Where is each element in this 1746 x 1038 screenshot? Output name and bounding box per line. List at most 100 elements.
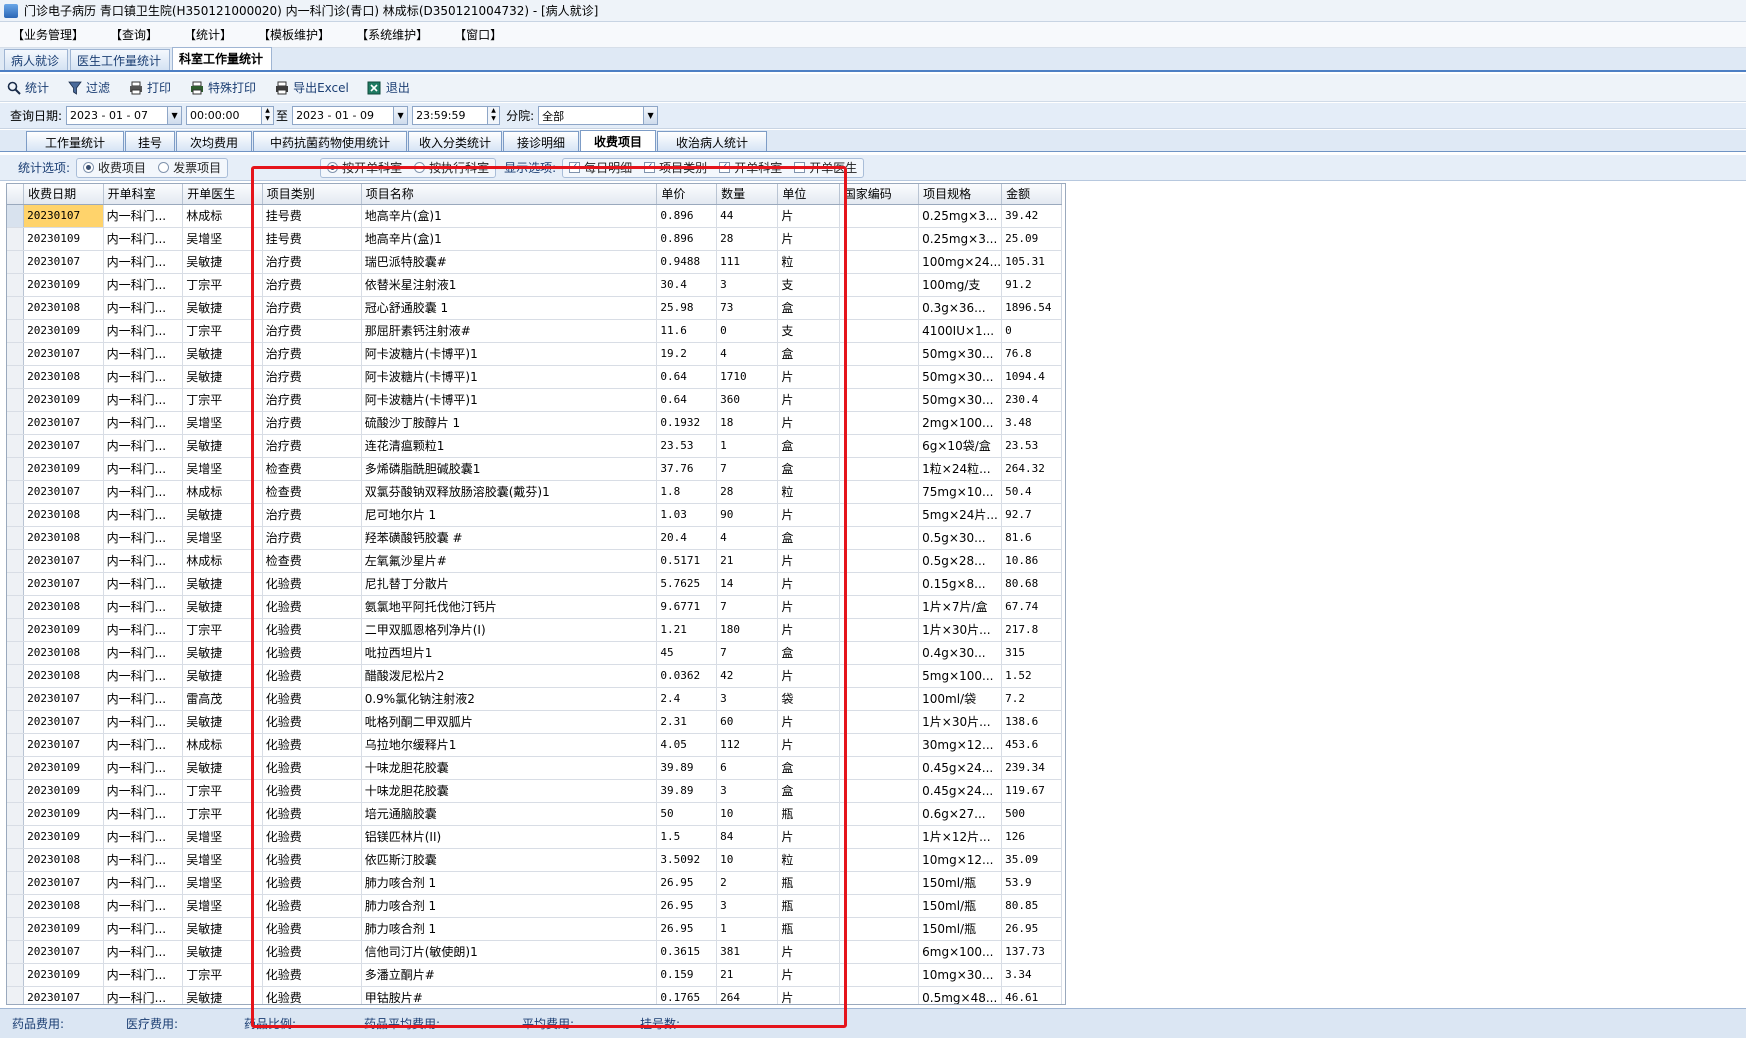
cell-amount[interactable]: 80.68 (1001, 572, 1062, 596)
check-item-category[interactable]: ✓ 项目类别 (644, 159, 707, 176)
cell-national-code[interactable] (839, 342, 920, 366)
cell-national-code[interactable] (839, 733, 920, 757)
cell-unit-price[interactable]: 23.53 (656, 434, 718, 458)
cell-unit[interactable]: 粒 (777, 480, 840, 504)
cell-spec[interactable]: 75mg×10... (918, 480, 1003, 504)
row-indicator[interactable] (7, 434, 25, 458)
cell-item-name[interactable]: 那屈肝素钙注射液# (361, 319, 658, 343)
cell-unit[interactable]: 粒 (777, 848, 840, 872)
cell-spec[interactable]: 100mg×24... (918, 250, 1003, 274)
cell-doctor[interactable]: 吴增坚 (182, 825, 263, 849)
cell-amount[interactable]: 91.2 (1001, 273, 1062, 297)
end-time-field[interactable]: 23:59:59 ▲ ▼ (412, 106, 501, 125)
cell-quantity[interactable]: 2 (716, 871, 779, 895)
cell-item-name[interactable]: 肺力咳合剂 1 (361, 917, 658, 941)
cell-doctor[interactable]: 吴敏捷 (182, 572, 263, 596)
row-indicator[interactable] (7, 963, 25, 987)
cell-category[interactable]: 化验费 (262, 848, 362, 872)
cell-quantity[interactable]: 90 (716, 503, 779, 527)
cell-date[interactable]: 20230109 (23, 227, 104, 251)
row-indicator[interactable] (7, 595, 25, 619)
cell-spec[interactable]: 100mg/支 (918, 273, 1003, 297)
cell-unit-price[interactable]: 1.21 (656, 618, 718, 642)
cell-amount[interactable]: 500 (1001, 802, 1062, 826)
row-indicator[interactable] (7, 940, 25, 964)
row-indicator[interactable] (7, 802, 25, 826)
cell-doctor[interactable]: 林成标 (182, 733, 263, 757)
table-row[interactable]: 20230109 内一科门... 吴增坚 挂号费 地高辛片(盒)1 0.896 28 片 0.2… (7, 227, 1065, 251)
col-header-dept[interactable]: 开单科室 (103, 184, 184, 205)
row-indicator[interactable] (7, 664, 25, 688)
cell-quantity[interactable]: 60 (716, 710, 779, 734)
cell-dept[interactable]: 内一科门... (103, 871, 184, 895)
cell-item-name[interactable]: 尼可地尔片 1 (361, 503, 658, 527)
cell-dept[interactable]: 内一科门... (103, 779, 184, 803)
cell-doctor[interactable]: 丁宗平 (182, 273, 263, 297)
cell-national-code[interactable] (839, 687, 920, 711)
cell-quantity[interactable]: 84 (716, 825, 779, 849)
col-header-item-name[interactable]: 项目名称 (361, 184, 658, 205)
row-indicator[interactable] (7, 733, 25, 757)
cell-unit-price[interactable]: 0.0362 (656, 664, 718, 688)
cell-category[interactable]: 治疗费 (262, 342, 362, 366)
tab-visit-detail[interactable]: 接诊明细 (503, 131, 579, 151)
radio-by-exec-dept[interactable]: 按执行科室 (414, 159, 489, 176)
cell-category[interactable]: 化验费 (262, 641, 362, 665)
cell-national-code[interactable] (839, 296, 920, 320)
cell-national-code[interactable] (839, 480, 920, 504)
row-indicator[interactable] (7, 894, 25, 918)
cell-dept[interactable]: 内一科门... (103, 250, 184, 274)
cell-unit-price[interactable]: 0.64 (656, 388, 718, 412)
table-row[interactable]: 20230107 内一科门... 吴敏捷 化验费 甲钴胺片# 0.1765 264 片 0.5m… (7, 986, 1065, 1004)
cell-date[interactable]: 20230107 (23, 411, 104, 435)
table-row[interactable]: 20230107 内一科门... 雷高茂 化验费 0.9%氯化钠注射液2 2.4 3 袋 100… (7, 687, 1065, 711)
row-indicator[interactable] (7, 871, 25, 895)
cell-doctor[interactable]: 吴敏捷 (182, 365, 263, 389)
cell-category[interactable]: 化验费 (262, 802, 362, 826)
cell-dept[interactable]: 内一科门... (103, 204, 184, 228)
row-indicator[interactable] (7, 250, 25, 274)
cell-date[interactable]: 20230107 (23, 480, 104, 504)
cell-amount[interactable]: 46.61 (1001, 986, 1062, 1004)
cell-unit[interactable]: 片 (777, 572, 840, 596)
table-row[interactable]: 20230109 内一科门... 吴增坚 化验费 铝镁匹林片(II) 1.5 84 片 1片×1… (7, 825, 1065, 849)
cell-unit-price[interactable]: 30.4 (656, 273, 718, 297)
cell-unit-price[interactable]: 39.89 (656, 779, 718, 803)
cell-unit[interactable]: 盒 (777, 641, 840, 665)
cell-spec[interactable]: 2mg×100... (918, 411, 1003, 435)
cell-doctor[interactable]: 丁宗平 (182, 963, 263, 987)
cell-category[interactable]: 化验费 (262, 733, 362, 757)
cell-unit-price[interactable]: 11.6 (656, 319, 718, 343)
cell-unit[interactable]: 片 (777, 503, 840, 527)
check-ordering-dept[interactable]: ✓ 开单科室 (719, 159, 782, 176)
cell-quantity[interactable]: 21 (716, 549, 779, 573)
cell-unit-price[interactable]: 1.03 (656, 503, 718, 527)
table-row[interactable]: 20230108 内一科门... 吴敏捷 治疗费 冠心舒通胶囊 1 25.98 73 盒 0.3… (7, 296, 1065, 320)
menu-system[interactable]: 【系统维护】 (356, 26, 428, 43)
cell-doctor[interactable]: 吴敏捷 (182, 503, 263, 527)
cell-national-code[interactable] (839, 549, 920, 573)
cell-item-name[interactable]: 肺力咳合剂 1 (361, 894, 658, 918)
cell-date[interactable]: 20230108 (23, 296, 104, 320)
row-indicator[interactable] (7, 687, 25, 711)
cell-doctor[interactable]: 吴敏捷 (182, 641, 263, 665)
cell-spec[interactable]: 150ml/瓶 (918, 871, 1003, 895)
cell-amount[interactable]: 81.6 (1001, 526, 1062, 550)
cell-dept[interactable]: 内一科门... (103, 319, 184, 343)
row-indicator[interactable] (7, 273, 25, 297)
cell-unit[interactable]: 盒 (777, 434, 840, 458)
cell-unit-price[interactable]: 0.5171 (656, 549, 718, 573)
start-date-field[interactable]: 2023 - 01 - 07 ▼ (66, 106, 183, 125)
cell-spec[interactable]: 10mg×12... (918, 848, 1003, 872)
row-indicator[interactable] (7, 296, 25, 320)
exit-button[interactable]: 退出 (367, 79, 410, 96)
table-row[interactable]: 20230109 内一科门... 丁宗平 治疗费 依替米星注射液1 30.4 3 支 100mg… (7, 273, 1065, 297)
table-row[interactable]: 20230107 内一科门... 林成标 检查费 左氧氟沙星片# 0.5171 21 片 0.5… (7, 549, 1065, 573)
cell-doctor[interactable]: 丁宗平 (182, 319, 263, 343)
cell-spec[interactable]: 100ml/袋 (918, 687, 1003, 711)
cell-date[interactable]: 20230109 (23, 779, 104, 803)
cell-item-name[interactable]: 肺力咳合剂 1 (361, 871, 658, 895)
table-row[interactable]: 20230109 内一科门... 丁宗平 化验费 培元通脑胶囊 50 10 瓶 0.6g×27.… (7, 802, 1065, 826)
cell-dept[interactable]: 内一科门... (103, 848, 184, 872)
cell-quantity[interactable]: 44 (716, 204, 779, 228)
